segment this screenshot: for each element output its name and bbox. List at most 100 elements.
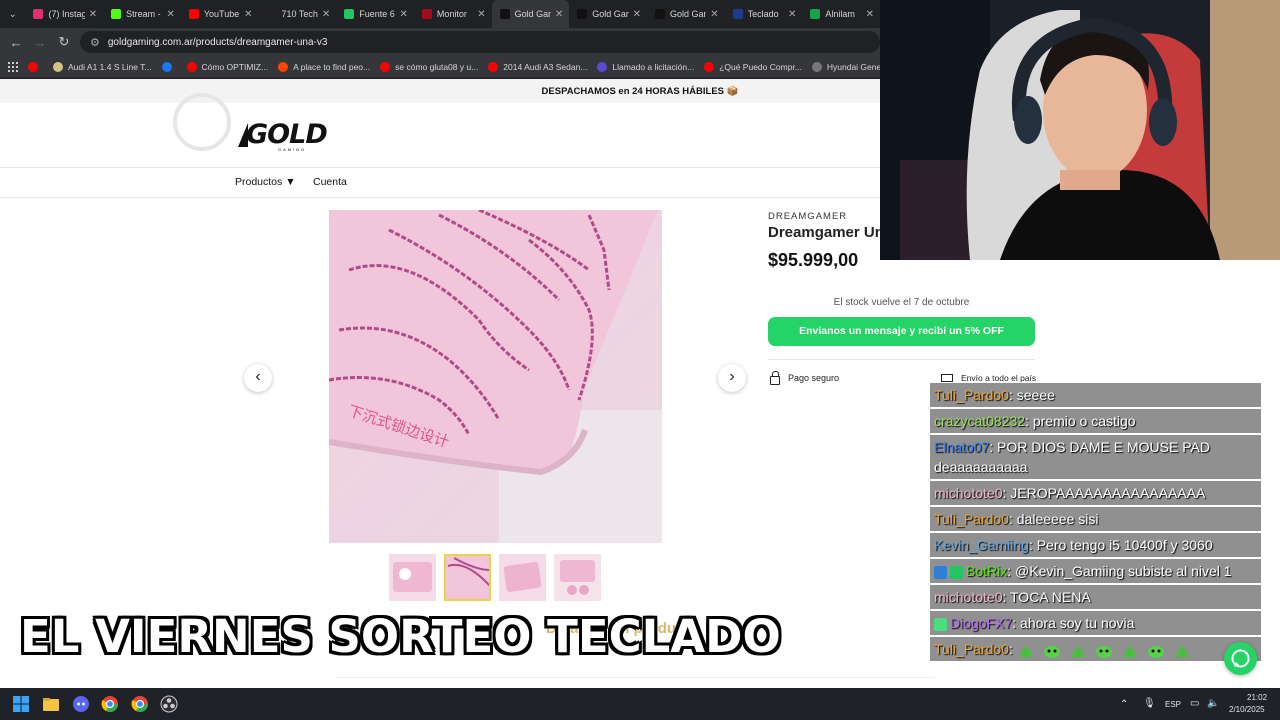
tab-search-icon[interactable]: ⌄ — [0, 0, 25, 28]
close-tab-icon[interactable]: ✕ — [322, 9, 330, 20]
chat-username[interactable]: crazycat08232 — [934, 413, 1025, 429]
chat-text: : @Kevin_Gamiing subiste al nivel 1 — [1007, 563, 1232, 579]
bookmarks-bar: Audi A1 1.4 S Line T... Cómo OPTIMIZ... A … — [0, 56, 907, 78]
close-tab-icon[interactable]: ✕ — [244, 9, 252, 20]
browser-tab[interactable]: Teclado ✕ — [725, 0, 803, 28]
thumbnail-3[interactable] — [499, 554, 546, 601]
thumbnail-4[interactable] — [554, 554, 601, 601]
chat-message: Tuli_Pardo0: seeee — [930, 383, 1261, 407]
chat-text: : Pero tengo i5 10400f y 3060 — [1028, 537, 1213, 553]
browser-tab[interactable]: Monitor ✕ — [414, 0, 492, 28]
close-tab-icon[interactable]: ✕ — [866, 9, 874, 20]
bookmark-item[interactable]: A place to find peo... — [278, 61, 370, 72]
browser-tab[interactable]: Gold Gaming ✕ — [491, 0, 570, 28]
whatsapp-icon — [1231, 649, 1250, 668]
chat-message: Elnato07: POR DIOS DAME E MOUSE PAD deaa… — [930, 435, 1261, 479]
bookmark-item[interactable]: ¿Qué Puedo Compr... — [704, 61, 802, 72]
network-icon[interactable]: ▭ — [1190, 698, 1199, 709]
bookmark-item[interactable] — [28, 61, 43, 72]
bookmark-favicon-icon — [278, 61, 289, 72]
tab-title: Alnilam — [825, 9, 855, 19]
close-tab-icon[interactable]: ✕ — [89, 9, 97, 20]
chat-message: michotote0: TOCA NENA — [930, 585, 1261, 609]
obs-icon[interactable] — [160, 695, 178, 713]
clock-date[interactable]: 2/10/2025 — [1229, 705, 1265, 714]
thumbnail-1[interactable] — [389, 554, 436, 601]
chat-text: : JEROPAAAAAAAAAAAAAAAA — [1002, 485, 1206, 501]
divider — [768, 359, 1035, 360]
close-tab-icon[interactable]: ✕ — [400, 9, 408, 20]
discord-icon[interactable] — [72, 695, 90, 713]
secure-payment: Pago seguro — [770, 370, 839, 385]
whatsapp-float-button[interactable] — [1224, 642, 1257, 675]
gold-gaming-logo[interactable]: GOLD GAMING — [238, 117, 334, 153]
chat-username[interactable]: Tuli_Pardo0 — [934, 387, 1009, 403]
chat-username[interactable]: Tuli_Pardo0 — [934, 511, 1009, 527]
browser-tab[interactable]: Gold Gaming ✕ — [569, 0, 647, 28]
language-indicator[interactable]: ESP — [1165, 700, 1181, 709]
bookmark-item[interactable]: Audi A1 1.4 S Line T... — [53, 61, 152, 72]
chat-username[interactable]: michotote0 — [934, 589, 1002, 605]
apps-grid-icon[interactable] — [8, 61, 18, 72]
chat-message: BotRix: @Kevin_Gamiing subiste al nivel … — [930, 559, 1261, 583]
url-text: goldgaming.com.ar/products/dreamgamer-un… — [107, 36, 328, 48]
chat-username[interactable]: Tuli_Pardo0 — [934, 641, 1009, 657]
close-tab-icon[interactable]: ✕ — [710, 9, 718, 20]
close-tab-icon[interactable]: ✕ — [788, 9, 796, 20]
close-tab-icon[interactable]: ✕ — [166, 9, 174, 20]
bookmark-item[interactable]: Cómo OPTIMIZ... — [186, 61, 268, 72]
bookmark-item[interactable] — [161, 61, 177, 72]
chat-username[interactable]: BotRix — [966, 563, 1007, 579]
browser-tab[interactable]: Alnilam ✕ — [802, 0, 880, 28]
address-toolbar: ← → ↻ ⚙ goldgaming.com.ar/products/dream… — [0, 28, 880, 56]
nav-products[interactable]: Productos ▼ — [235, 176, 296, 188]
chat-emote-icon — [1017, 643, 1035, 658]
browser-tab[interactable]: Stream - Kick ✕ — [103, 0, 181, 28]
next-image-button[interactable]: › — [718, 364, 746, 392]
microphone-icon[interactable]: 🎙 — [1143, 698, 1156, 709]
browser-tab[interactable]: (7) Instagram ✕ — [25, 0, 103, 28]
site-icon — [732, 9, 743, 19]
chat-username[interactable]: DiogoFX7 — [950, 615, 1012, 631]
chrome-icon[interactable] — [101, 695, 119, 713]
volume-icon[interactable]: 🔈 — [1207, 698, 1219, 709]
chrome-icon[interactable] — [131, 695, 149, 713]
site-info-icon[interactable]: ⚙ — [90, 36, 100, 49]
clock-time[interactable]: 21:02 — [1247, 693, 1267, 702]
close-tab-icon[interactable]: ✕ — [477, 9, 485, 20]
nav-account[interactable]: Cuenta — [313, 176, 347, 188]
thumbnail-2-selected[interactable] — [444, 554, 491, 601]
chat-emote-icon — [1173, 643, 1191, 658]
forward-button[interactable]: → — [28, 35, 52, 50]
chat-username[interactable]: michotote0 — [934, 485, 1002, 501]
browser-tab[interactable]: Gold Gaming ✕ — [647, 0, 725, 28]
windows-start-icon[interactable] — [12, 695, 30, 713]
close-tab-icon[interactable]: ✕ — [555, 9, 563, 20]
chat-badge-icon — [934, 565, 947, 579]
site-icon — [421, 9, 432, 19]
chat-username[interactable]: Elnato07 — [934, 439, 989, 455]
site-icon — [810, 9, 821, 19]
product-main-image[interactable]: 下沉式锁边设计 — [329, 210, 662, 543]
browser-tab[interactable]: 710 Tech ✕ — [259, 0, 337, 28]
lock-icon — [770, 370, 780, 385]
prev-image-button[interactable]: ‹ — [244, 364, 272, 392]
tab-title: YouTube — [203, 9, 240, 19]
close-tab-icon[interactable]: ✕ — [633, 9, 641, 20]
file-explorer-icon[interactable] — [42, 695, 60, 713]
browser-tab[interactable]: Fuente 6 ✕ — [336, 0, 414, 28]
whatsapp-discount-button[interactable]: Envianos un mensaje y recibí un 5% OFF — [768, 317, 1035, 346]
bookmark-item[interactable]: se cómo gluta08 y u... — [380, 61, 478, 72]
chat-username[interactable]: Kevin_Gamiing — [934, 537, 1029, 553]
back-button[interactable]: ← — [4, 35, 28, 50]
loading-spinner — [173, 93, 231, 151]
tray-chevron-icon[interactable]: ⌃ — [1120, 699, 1128, 710]
browser-tab[interactable]: YouTube ✕ — [181, 0, 259, 28]
reload-button[interactable]: ↻ — [52, 34, 76, 50]
bookmark-item[interactable]: 2014 Audi A3 Sedan... — [488, 61, 587, 72]
kick-icon — [111, 9, 122, 19]
url-bar[interactable]: ⚙ goldgaming.com.ar/products/dreamgamer-… — [80, 31, 880, 53]
chat-emote-icon — [1043, 643, 1061, 659]
bookmark-item[interactable]: Llamado a licitación... — [597, 61, 694, 72]
gold-gaming-icon — [499, 9, 510, 19]
